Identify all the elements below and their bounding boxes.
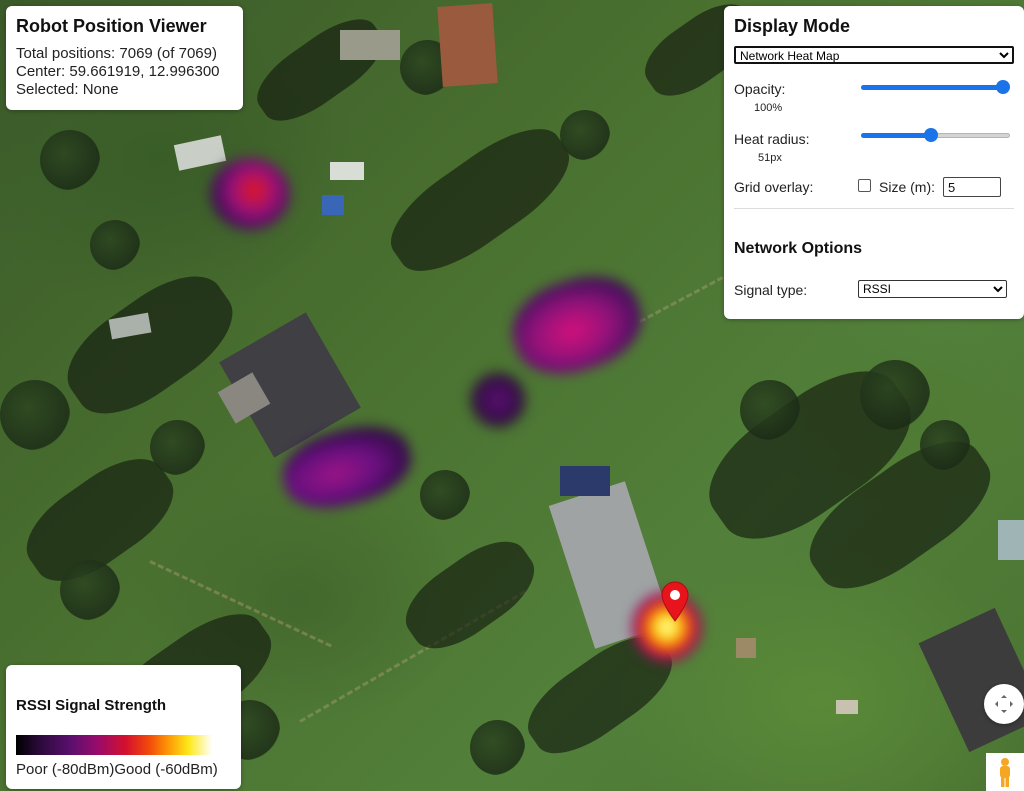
info-title: Robot Position Viewer xyxy=(16,16,207,36)
opacity-slider-handle[interactable] xyxy=(996,80,1010,94)
legend-poor-label: Poor (-80dBm) xyxy=(16,761,115,778)
building-roof xyxy=(560,466,610,496)
heat-spot xyxy=(501,262,653,388)
tree xyxy=(860,360,930,430)
total-positions: Total positions: 7069 (of 7069) xyxy=(16,45,217,62)
house-roof xyxy=(918,607,1024,753)
heat-radius-slider-handle[interactable] xyxy=(924,128,939,142)
grid-size-input[interactable] xyxy=(943,177,1001,197)
signal-gradient-bar xyxy=(16,735,212,755)
pegman-icon[interactable] xyxy=(986,753,1024,791)
building-roof xyxy=(340,30,400,60)
tree-shadow xyxy=(392,526,548,664)
signal-type-label: Signal type: xyxy=(734,282,808,298)
legend-labels: Poor (-80dBm)Good (-60dBm) xyxy=(16,761,218,778)
network-options-title: Network Options xyxy=(734,240,863,257)
grid-overlay-label: Grid overlay: xyxy=(734,179,814,195)
tree xyxy=(560,110,610,160)
tree xyxy=(90,220,140,270)
building-roof xyxy=(173,135,227,171)
heat-radius-value: 51px xyxy=(758,152,782,164)
tree-shadow xyxy=(50,256,250,434)
grid-overlay-checkbox[interactable] xyxy=(858,179,871,192)
building-roof xyxy=(437,3,498,87)
tree xyxy=(740,380,800,440)
opacity-label: Opacity: xyxy=(734,81,786,97)
tree xyxy=(470,720,525,775)
heat-spot xyxy=(470,372,526,428)
tree xyxy=(150,420,205,475)
legend-title: RSSI Signal Strength xyxy=(16,697,167,714)
signal-type-select[interactable]: RSSI xyxy=(858,280,1007,298)
center-coordinates: Center: 59.661919, 12.996300 xyxy=(16,63,220,80)
tree xyxy=(0,380,70,450)
fullscreen-icon[interactable] xyxy=(984,684,1024,724)
tree-shadow xyxy=(375,109,585,291)
info-panel: Robot Position Viewer Total positions: 7… xyxy=(6,6,243,110)
selected-position: Selected: None xyxy=(16,81,119,98)
heat-radius-label: Heat radius: xyxy=(734,131,810,147)
tree xyxy=(60,560,120,620)
grid-size-label: Size (m): xyxy=(879,179,935,195)
tarp xyxy=(322,195,344,215)
building-roof xyxy=(330,162,364,180)
legend-panel: RSSI Signal Strength Poor (-80dBm)Good (… xyxy=(6,665,241,789)
panel-divider xyxy=(734,208,1014,209)
display-mode-select[interactable]: Network Heat Map xyxy=(734,46,1014,64)
opacity-slider[interactable] xyxy=(861,79,1010,95)
map-marker-icon[interactable] xyxy=(660,580,690,622)
shed-roof xyxy=(736,638,756,658)
tree-shadow xyxy=(245,5,395,135)
opacity-value: 100% xyxy=(754,102,783,114)
tree xyxy=(420,470,470,520)
legend-good-label: Good (-60dBm) xyxy=(114,761,218,778)
tree xyxy=(920,420,970,470)
heat-spot xyxy=(210,158,290,230)
heat-radius-slider[interactable] xyxy=(861,127,1010,143)
shed-roof xyxy=(836,700,858,714)
tree xyxy=(40,130,100,190)
display-mode-panel: Display Mode Network Heat Map Opacity: 1… xyxy=(724,6,1024,319)
building-roof xyxy=(998,520,1024,560)
display-mode-title: Display Mode xyxy=(734,16,851,36)
